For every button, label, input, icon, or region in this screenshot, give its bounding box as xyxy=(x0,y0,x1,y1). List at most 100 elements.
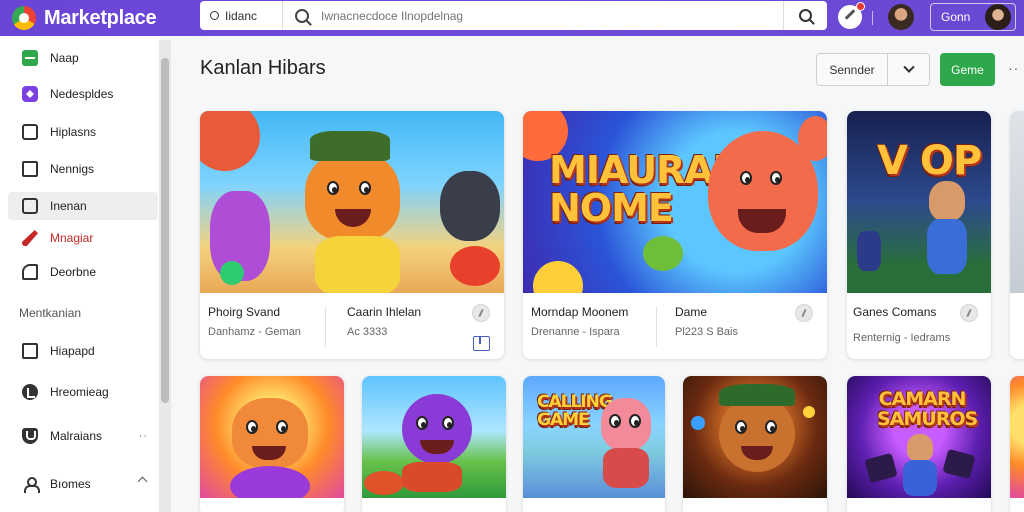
game-action-button[interactable]: Geme xyxy=(940,53,995,86)
account-button[interactable]: Gonn xyxy=(930,3,1016,31)
character-hat xyxy=(719,384,795,406)
game-card[interactable]: CALLING GAME xyxy=(523,376,665,512)
character-body xyxy=(903,460,937,496)
sidebar-item-biomes[interactable]: Bıomes xyxy=(8,470,158,498)
decor-blob xyxy=(533,261,583,293)
character-dark xyxy=(440,171,500,241)
info-icon[interactable] xyxy=(960,304,978,322)
square-icon xyxy=(22,124,38,140)
box-icon xyxy=(22,161,38,177)
game-thumbnail[interactable]: CAMARN SAMUROS xyxy=(847,376,991,498)
sidebar-item-inenan[interactable]: Inenan xyxy=(8,192,158,220)
character-body xyxy=(603,448,649,488)
game-thumbnail[interactable]: MIAURAN NOME xyxy=(523,111,827,293)
game-thumbnail[interactable] xyxy=(362,376,506,498)
info-icon[interactable] xyxy=(472,304,490,322)
sidebar-section-label: Mentkanian xyxy=(19,306,82,320)
card-title: Caarin Ihlelan xyxy=(347,305,422,319)
sidebar-scrollbar-thumb[interactable] xyxy=(161,58,169,403)
game-card[interactable]: CAMARN SAMUROS xyxy=(847,376,991,512)
card-divider xyxy=(656,307,657,347)
account-label: Gonn xyxy=(941,10,971,24)
decor-blob xyxy=(220,261,244,285)
search-input[interactable] xyxy=(321,8,761,23)
more-icon[interactable]: ·· xyxy=(139,430,148,442)
character-ear xyxy=(798,116,827,161)
game-thumbnail[interactable]: V OP xyxy=(847,111,991,293)
sidebar-item-nennigs[interactable]: Nennigs xyxy=(8,155,158,183)
brand[interactable]: Marketplace xyxy=(0,6,196,30)
character-cat xyxy=(402,394,472,464)
sort-button[interactable]: Sennder xyxy=(816,53,888,86)
sidebar-item-malraians[interactable]: Malraians ·· xyxy=(8,422,158,450)
sidebar-item-hreomieag[interactable]: Hreomieag xyxy=(8,378,158,406)
sidebar-item-label: Inenan xyxy=(50,199,87,213)
game-card[interactable]: MIAURAN NOME Morndap Moonem Drenanne - I… xyxy=(523,111,827,359)
game-thumbnail[interactable] xyxy=(200,376,344,498)
game-thumbnail[interactable] xyxy=(683,376,827,498)
sidebar-item-label: Malraians xyxy=(50,429,103,443)
app-title: Marketplace xyxy=(44,6,157,29)
sidebar-item-hiplasns[interactable]: Hiplasns xyxy=(8,118,158,146)
profile-avatar[interactable] xyxy=(888,4,914,30)
check-circle-icon xyxy=(22,384,38,400)
game-card[interactable] xyxy=(200,376,344,512)
sidebar-item-label: Bıomes xyxy=(50,477,91,491)
cart-icon[interactable] xyxy=(473,336,490,351)
game-thumbnail[interactable] xyxy=(1010,376,1024,498)
card-subtitle: Danhamz - Geman xyxy=(208,326,301,338)
sidebar-item-deorbne[interactable]: Deorbne xyxy=(8,258,158,286)
decor-gem xyxy=(803,406,815,418)
game-card-partial[interactable] xyxy=(1010,376,1024,512)
character-mouse xyxy=(601,398,651,450)
sidebar-item-label: Hiplasns xyxy=(50,125,97,139)
more-options-icon[interactable]: ·· xyxy=(1008,60,1019,76)
card-title: Dame xyxy=(675,305,708,319)
game-card[interactable]: Phoirg Svand Danhamz - Geman Caarin Ihle… xyxy=(200,111,504,359)
app-logo-icon xyxy=(12,6,36,30)
notification-badge xyxy=(856,2,865,11)
game-card[interactable] xyxy=(362,376,506,512)
sidebar-item-label: Nedespldes xyxy=(50,87,114,101)
game-card[interactable] xyxy=(683,376,827,512)
character-small xyxy=(857,231,881,271)
game-card-partial[interactable] xyxy=(1010,111,1024,359)
game-thumbnail[interactable] xyxy=(1010,111,1024,293)
sort-dropdown-toggle[interactable] xyxy=(888,53,930,86)
decor-gem xyxy=(691,416,705,430)
chevron-up-icon[interactable] xyxy=(137,476,148,487)
decor-blob xyxy=(364,471,404,495)
sidebar-item-label: Mnagiar xyxy=(50,231,94,245)
character-body xyxy=(230,466,310,498)
decor-blob xyxy=(200,111,260,171)
search-bar[interactable] xyxy=(282,1,827,30)
chevron-down-icon xyxy=(902,61,915,73)
game-card[interactable]: V OP Ganes Comans Renternig - Iedrams xyxy=(847,111,991,359)
card-subtitle: Pl223 S Bais xyxy=(675,326,738,338)
card-divider xyxy=(325,307,326,347)
sidebar-item-label: Hiapapd xyxy=(50,344,95,358)
box-icon xyxy=(22,343,38,359)
info-icon[interactable] xyxy=(795,304,813,322)
card-title: Ganes Comans xyxy=(853,305,937,319)
character-body xyxy=(927,219,967,274)
search-scope-dropdown[interactable]: Iidanc xyxy=(200,1,282,30)
sidebar-item-mnagiar[interactable]: Mnagiar xyxy=(8,224,158,252)
divider xyxy=(872,11,873,25)
sidebar-item-label: Hreomieag xyxy=(50,385,109,399)
character-hand xyxy=(643,236,683,271)
store-icon xyxy=(22,50,38,66)
sidebar-item-hiapapd[interactable]: Hiapapd xyxy=(8,337,158,365)
character-squirrel xyxy=(232,398,308,468)
decor-blob xyxy=(450,246,500,286)
game-thumbnail[interactable]: CALLING GAME xyxy=(523,376,665,498)
diamond-icon xyxy=(22,86,38,102)
game-thumbnail[interactable] xyxy=(200,111,504,293)
sidebar-item-nedespldes[interactable]: Nedespldes xyxy=(8,80,158,108)
notifications-button[interactable] xyxy=(838,2,865,29)
character-adventurer xyxy=(929,181,965,221)
sidebar-item-naap[interactable]: Naap xyxy=(8,44,158,72)
card-subtitle: Ac 3333 xyxy=(347,326,388,338)
character-shirt xyxy=(315,236,400,293)
search-button[interactable] xyxy=(783,1,827,30)
